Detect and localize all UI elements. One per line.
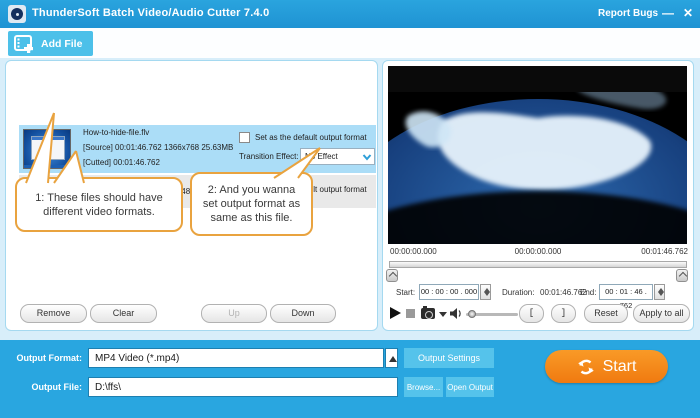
file-2-cutted: [Cutted] 00:00:10.000	[83, 198, 160, 207]
start-button[interactable]: Start	[545, 350, 668, 383]
file-2-default-format-checkbox[interactable]	[239, 184, 250, 195]
trim-end-handle[interactable]	[676, 269, 688, 282]
report-bugs-link[interactable]: Report Bugs	[598, 8, 658, 19]
volume-thumb[interactable]	[468, 310, 476, 318]
open-output-button[interactable]: Open Output	[446, 377, 494, 397]
start-sync-icon	[577, 358, 595, 376]
video-preview[interactable]	[388, 66, 687, 244]
snapshot-camera-icon[interactable]	[421, 308, 435, 319]
file-2-name: RXG1.mp4	[83, 176, 123, 185]
titlebar: ThunderSoft Batch Video/Audio Cutter 7.4…	[0, 0, 700, 28]
add-file-label: Add File	[41, 38, 82, 50]
file-1-default-format-label: Set as the default output format	[255, 133, 367, 142]
file-list-item-1[interactable]: How-to-hide-file.flv [Source] 00:01:46.7…	[19, 125, 376, 173]
play-icon[interactable]	[390, 307, 401, 319]
file-2-default-format-label: Set as the default output format	[255, 185, 367, 194]
file-2-thumbnail	[23, 178, 69, 205]
combo-arrow-icon[interactable]	[385, 348, 398, 368]
output-settings-button[interactable]: Output Settings	[404, 348, 494, 368]
transition-effect-value: No Effect	[305, 152, 338, 161]
timeline-track[interactable]	[389, 261, 687, 268]
output-format-select[interactable]: MP4 Video (*.mp4)	[88, 348, 384, 368]
start-time-spinner[interactable]	[480, 284, 491, 300]
app-window: ThunderSoft Batch Video/Audio Cutter 7.4…	[0, 0, 700, 418]
output-file-value: D:\ffs\	[95, 382, 121, 393]
window-title: ThunderSoft Batch Video/Audio Cutter 7.4…	[32, 7, 269, 19]
end-label: End:	[580, 288, 596, 297]
duration-label: Duration:	[502, 288, 534, 297]
start-time-field[interactable]: 00 : 00 : 00 . 000	[419, 284, 479, 300]
output-format-value: MP4 Video (*.mp4)	[95, 353, 179, 364]
callout-2-line-3: same as this file.	[211, 211, 293, 225]
file-1-name: How-to-hide-file.flv	[83, 128, 149, 137]
output-file-field[interactable]: D:\ffs\	[88, 377, 398, 397]
output-file-label: Output File:	[4, 382, 82, 392]
transition-effect-label: Transition Effect:	[239, 152, 299, 161]
chevron-down-icon	[362, 152, 372, 162]
file-1-source: [Source] 00:01:46.762 1366x768 25.63MB	[83, 143, 233, 152]
browse-button[interactable]: Browse...	[404, 377, 443, 397]
mark-end-button[interactable]: ]	[551, 304, 576, 323]
start-label: Start:	[396, 288, 415, 297]
stop-icon[interactable]	[406, 309, 415, 318]
end-time-spinner[interactable]	[654, 284, 665, 300]
snapshot-dropdown-icon[interactable]	[439, 312, 447, 317]
add-file-button[interactable]: Add File	[8, 31, 93, 56]
reset-button[interactable]: Reset	[584, 304, 628, 323]
trim-start-handle[interactable]	[386, 269, 398, 282]
output-bar: Output Format: MP4 Video (*.mp4) Output …	[0, 340, 700, 418]
timestamp-total: 00:01:46.762	[641, 247, 688, 256]
mark-start-button[interactable]: [	[519, 304, 544, 323]
file-1-default-format-checkbox[interactable]	[239, 132, 250, 143]
close-button[interactable]: ✕	[680, 6, 696, 20]
toolbar: Add File	[0, 28, 700, 58]
file-1-cutted: [Cutted] 00:01:46.762	[83, 158, 160, 167]
down-button[interactable]: Down	[270, 304, 336, 323]
up-button[interactable]: Up	[201, 304, 267, 323]
volume-speaker-icon[interactable]	[450, 308, 463, 319]
output-format-label: Output Format:	[4, 353, 82, 363]
apply-to-all-button[interactable]: Apply to all	[633, 304, 690, 323]
file-2-source: [Source] 00:00:10.000 480x480 1.11MB	[83, 187, 224, 196]
clear-button[interactable]: Clear	[90, 304, 157, 323]
start-button-label: Start	[603, 358, 637, 376]
file-1-thumbnail	[23, 129, 71, 169]
add-file-icon	[14, 35, 36, 53]
timeline-timestamps: 00:00:00.000 00:00:00.000 00:01:46.762	[388, 247, 688, 257]
file-list-panel: How-to-hide-file.flv [Source] 00:01:46.7…	[5, 60, 378, 331]
transition-effect-select[interactable]: No Effect	[300, 148, 375, 165]
remove-button[interactable]: Remove	[20, 304, 87, 323]
app-icon	[8, 5, 26, 23]
file-list-item-2[interactable]: RXG1.mp4 [Source] 00:00:10.000 480x480 1…	[19, 175, 376, 208]
end-time-field[interactable]: 00 : 01 : 46 . 762	[599, 284, 653, 300]
minimize-button[interactable]: —	[660, 6, 676, 20]
